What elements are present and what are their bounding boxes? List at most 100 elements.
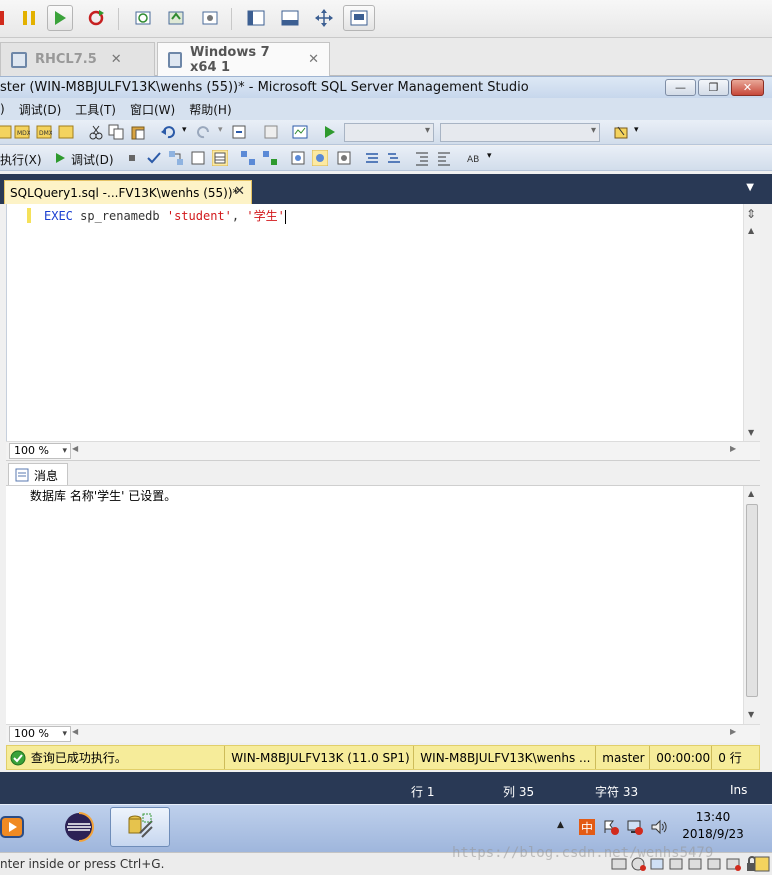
clock-time: 13:40 bbox=[695, 810, 731, 824]
increase-indent-icon[interactable] bbox=[436, 150, 452, 166]
activity-monitor-icon[interactable] bbox=[292, 124, 308, 140]
scroll-right-icon[interactable]: ▶ bbox=[730, 727, 736, 736]
scroll-up-icon[interactable]: ▲ bbox=[748, 226, 754, 235]
tab-sqlquery1[interactable]: SQLQuery1.sql -...FV13K\wenhs (55))* ✕ bbox=[4, 180, 252, 204]
split-icon[interactable]: ⇕ bbox=[746, 207, 756, 221]
show-hidden-icons[interactable]: ▲ bbox=[557, 820, 564, 830]
messages-vscrollbar[interactable]: ▲ ▼ bbox=[743, 486, 760, 724]
paste-icon[interactable] bbox=[130, 124, 146, 140]
editor-vscrollbar[interactable]: ⇕ ▲ ▼ bbox=[743, 204, 760, 441]
scroll-thumb[interactable] bbox=[746, 504, 758, 697]
display-icon[interactable] bbox=[725, 856, 741, 872]
scroll-right-icon[interactable]: ▶ bbox=[730, 444, 736, 453]
toolbar-overflow-icon[interactable]: ▾ bbox=[634, 125, 639, 135]
navigate-icon[interactable] bbox=[231, 124, 247, 140]
media-player-icon[interactable] bbox=[0, 807, 30, 847]
close-icon[interactable]: ✕ bbox=[234, 184, 245, 199]
menu-item-partial[interactable]: ) bbox=[0, 102, 12, 116]
svg-text:中: 中 bbox=[581, 820, 593, 835]
scroll-down-icon[interactable]: ▼ bbox=[748, 710, 754, 719]
taskbar-clock[interactable]: 13:40 2018/9/23 bbox=[676, 809, 750, 843]
volume-icon[interactable] bbox=[651, 819, 667, 835]
solution-config-dropdown[interactable] bbox=[440, 123, 600, 142]
debug-button[interactable]: 调试(D) bbox=[71, 151, 114, 168]
execute-button[interactable]: 执行(X) bbox=[0, 151, 42, 168]
new-window-icon[interactable] bbox=[263, 124, 279, 140]
revert-snapshot-icon[interactable] bbox=[163, 5, 189, 31]
results-to-text-icon[interactable] bbox=[290, 150, 306, 166]
close-icon[interactable]: ✕ bbox=[308, 52, 319, 67]
menu-item-help[interactable]: 帮助(H) bbox=[182, 101, 238, 118]
tab-messages[interactable]: 消息 bbox=[8, 463, 68, 486]
query-icon[interactable] bbox=[0, 124, 12, 140]
thumbnail-icon[interactable] bbox=[277, 5, 303, 31]
scroll-left-icon[interactable]: ◀ bbox=[72, 727, 78, 736]
intellisense-icon[interactable] bbox=[190, 150, 206, 166]
decrease-indent-icon[interactable] bbox=[414, 150, 430, 166]
close-button[interactable]: ✕ bbox=[731, 79, 764, 96]
menu-item-tools[interactable]: 工具(T) bbox=[68, 101, 123, 118]
execute-icon[interactable] bbox=[322, 124, 338, 140]
tab-windows7[interactable]: Windows 7 x64 1 ✕ bbox=[157, 42, 330, 76]
messages-hscroll-strip: 100 % ◀ ▶ bbox=[6, 724, 760, 743]
messages-zoom-select[interactable]: 100 % bbox=[9, 726, 71, 742]
action-center-icon[interactable] bbox=[603, 819, 619, 835]
cut-icon[interactable] bbox=[88, 124, 104, 140]
query-editor[interactable]: EXEC sp_renamedb 'student', '学生' ⇕ ▲ ▼ bbox=[6, 204, 760, 460]
specify-values-icon[interactable]: AB bbox=[466, 150, 482, 166]
results-to-grid-icon[interactable] bbox=[212, 150, 228, 166]
vm-input-hint: nter inside or press Ctrl+G. bbox=[0, 857, 165, 871]
parse-icon[interactable] bbox=[146, 150, 162, 166]
snapshot-icon[interactable] bbox=[130, 5, 156, 31]
ssms-taskbar-button[interactable] bbox=[110, 807, 170, 847]
tab-label: Windows 7 x64 1 bbox=[190, 44, 270, 75]
eclipse-icon[interactable] bbox=[56, 807, 102, 847]
console-view-icon[interactable] bbox=[343, 5, 375, 31]
minimize-button[interactable]: — bbox=[665, 79, 696, 96]
copy-icon[interactable] bbox=[108, 124, 124, 140]
snapshot-manager-icon[interactable] bbox=[197, 5, 223, 31]
include-plan-icon[interactable] bbox=[240, 150, 256, 166]
client-stats-icon[interactable] bbox=[262, 150, 278, 166]
results-grid-active-icon[interactable] bbox=[312, 150, 328, 166]
restore-button[interactable]: ❐ bbox=[698, 79, 729, 96]
play-icon[interactable] bbox=[47, 5, 73, 31]
undo-icon[interactable] bbox=[160, 124, 176, 140]
tab-list-icon[interactable]: ▼ bbox=[746, 182, 754, 193]
menu-item-window[interactable]: 窗口(W) bbox=[123, 101, 182, 118]
message-log-icon[interactable] bbox=[754, 856, 770, 872]
scroll-down-icon[interactable]: ▼ bbox=[748, 428, 754, 437]
results-to-file-icon[interactable] bbox=[336, 150, 352, 166]
scroll-up-icon[interactable]: ▲ bbox=[748, 489, 754, 498]
editor-zoom-select[interactable]: 100 % bbox=[9, 443, 71, 459]
tab-rhcl[interactable]: RHCL7.5 ✕ bbox=[0, 42, 155, 76]
fullscreen-icon[interactable] bbox=[311, 5, 337, 31]
uncomment-icon[interactable] bbox=[386, 150, 402, 166]
toolbar-overflow-icon[interactable]: ▾ bbox=[487, 151, 492, 161]
messages-pane[interactable]: 数据库 名称'学生' 已设置。 ▲ ▼ bbox=[6, 485, 760, 725]
menu-item-debug[interactable]: 调试(D) bbox=[12, 101, 69, 118]
database-dropdown[interactable] bbox=[344, 123, 434, 142]
screen: RHCL7.5 ✕ Windows 7 x64 1 ✕ ster (WIN-M8… bbox=[0, 0, 772, 875]
sidebar-icon[interactable] bbox=[243, 5, 269, 31]
code-line[interactable]: EXEC sp_renamedb 'student', '学生' bbox=[44, 207, 286, 224]
redo-icon[interactable] bbox=[196, 124, 212, 140]
estimated-plan-icon[interactable] bbox=[168, 150, 184, 166]
input-method-icon[interactable]: 中 bbox=[579, 819, 595, 835]
properties-icon[interactable] bbox=[613, 124, 629, 140]
scroll-left-icon[interactable]: ◀ bbox=[72, 444, 78, 453]
xmla-query-icon[interactable] bbox=[58, 124, 74, 140]
debug-play-icon[interactable] bbox=[52, 150, 68, 166]
dmx-query-icon[interactable]: DMX bbox=[36, 124, 52, 140]
undo-dropdown-icon[interactable]: ▾ bbox=[182, 125, 187, 135]
vm-icon bbox=[168, 51, 183, 68]
mdx-query-icon[interactable]: MDX bbox=[14, 124, 30, 140]
network-icon[interactable] bbox=[627, 819, 643, 835]
window-title: ster (WIN-M8BJULFV13K\wenhs (55))* - Mic… bbox=[0, 80, 529, 95]
close-icon[interactable]: ✕ bbox=[111, 52, 122, 67]
redo-dropdown-icon[interactable]: ▾ bbox=[218, 125, 223, 135]
cancel-query-icon[interactable] bbox=[124, 150, 140, 166]
comment-icon[interactable] bbox=[364, 150, 380, 166]
pause-icon[interactable] bbox=[16, 5, 42, 31]
restart-icon[interactable] bbox=[83, 5, 109, 31]
